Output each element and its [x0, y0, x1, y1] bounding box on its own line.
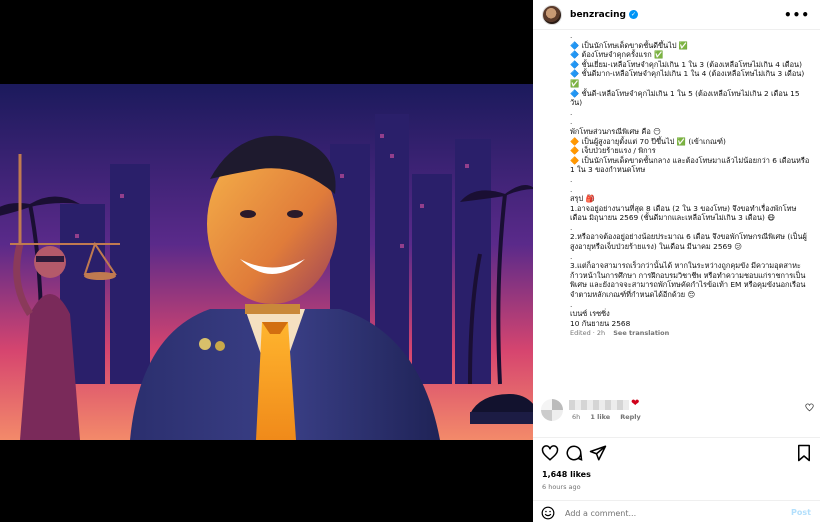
caption-line: .	[570, 184, 573, 194]
post-actions	[541, 444, 813, 462]
likes-count[interactable]: 1,648 likes	[542, 470, 591, 479]
save-bookmark-icon[interactable]	[795, 444, 813, 462]
comment-age: 6h	[572, 413, 581, 421]
add-comment-bar: Post	[541, 505, 813, 521]
share-paper-plane-icon[interactable]	[589, 444, 607, 462]
comment-like-heart-icon[interactable]	[805, 403, 814, 412]
caption-line: 3.แต่ก็อาจสามารถเร็วกว่านั้นได้ หากในระห…	[570, 261, 806, 300]
heart-emoji-icon: ❤	[631, 398, 640, 409]
caption-line: 🔷 ชั้นดี-เหลือโทษจำคุกไม่เกิน 1 ใน 5 (ต้…	[570, 88, 800, 108]
post-media	[0, 0, 533, 522]
comment-reply-button[interactable]: Reply	[620, 413, 641, 421]
caption-line: .	[570, 117, 573, 127]
caption-line: 🔷 ต้องโทษจำคุกครั้งแรก ✅	[570, 50, 664, 60]
caption-line: .	[570, 251, 573, 261]
post-comment-button[interactable]: Post	[791, 508, 811, 517]
caption-line: .	[570, 299, 573, 309]
caption-line: 🔶 เจ็บป่วยร้ายแรง / พิการ	[570, 146, 656, 156]
caption-line: .	[570, 174, 573, 184]
like-heart-icon[interactable]	[541, 444, 559, 462]
instagram-post-modal: benzracing ✓ ••• . 🔷 เป็นนักโทษเด็ดขาดชั้…	[0, 0, 820, 522]
caption-line: .	[570, 107, 573, 117]
comment-likes[interactable]: 1 like	[590, 413, 610, 421]
edited-label: Edited · 2h	[570, 329, 606, 338]
post-panel: benzracing ✓ ••• . 🔷 เป็นนักโทษเด็ดขาดชั้…	[533, 0, 820, 522]
caption-line: เบนซ์ เรซซิ่ง	[570, 309, 610, 319]
emoji-icon[interactable]	[541, 506, 555, 520]
comment-bubble-icon[interactable]	[565, 444, 583, 462]
comment-username-blurred	[569, 400, 629, 410]
caption-line: 10 กันยายน 2568	[570, 318, 631, 328]
divider	[533, 500, 820, 501]
caption-line: 1.อาจอยู่อย่างนานที่สุด 8 เดือน (2 ใน 3 …	[570, 203, 797, 223]
caption-line: 🔶 เป็นผู้สูงอายุตั้งแต่ 70 ปีขึ้นไป ✅ (เ…	[570, 136, 726, 146]
post-image[interactable]	[0, 84, 533, 440]
caption-line: .	[570, 31, 573, 40]
caption-line: 🔷 ชั้นเยี่ยม-เหลือโทษจำคุกไม่เกิน 1 ใน 3…	[570, 59, 802, 69]
caption-line: 🔷 เป็นนักโทษเด็ดขาดชั้นดีขึ้นไป ✅	[570, 40, 689, 50]
caption-meta: Edited · 2h See translation	[570, 329, 812, 337]
post-header: benzracing ✓ •••	[533, 0, 820, 30]
verified-badge-icon: ✓	[628, 10, 638, 19]
caption-line: 🔶 เป็นนักโทษเด็ดขาดชั้นกลาง และต้องโทษมา…	[570, 155, 810, 175]
caption-line: พักโทษส่วนกรณีพิเศษ คือ 😶	[570, 126, 661, 136]
username[interactable]: benzracing	[570, 10, 626, 20]
comment-meta: 6h 1 like Reply	[572, 413, 649, 421]
post-caption: . 🔷 เป็นนักโทษเด็ดขาดชั้นดีขึ้นไป ✅ 🔷 ต้อง…	[533, 31, 820, 431]
comment-item: ❤ 6h 1 like Reply	[541, 396, 816, 426]
avatar[interactable]	[542, 4, 562, 25]
divider	[533, 437, 820, 438]
comment-avatar[interactable]	[541, 399, 563, 421]
caption-line: 🔷 ชั้นดีมาก-เหลือโทษจำคุกไม่เกิน 1 ใน 4 …	[570, 69, 805, 88]
caption-line: สรุป 🎒	[570, 194, 595, 204]
see-translation-link[interactable]: See translation	[613, 329, 669, 337]
caption-line: 2.หรืออาจต้องอยู่อย่างน้อยประมาณ 6 เดือน…	[570, 232, 807, 252]
more-options-icon[interactable]: •••	[784, 8, 810, 22]
add-comment-input[interactable]	[565, 506, 765, 520]
post-time: 6 hours ago	[542, 483, 581, 491]
